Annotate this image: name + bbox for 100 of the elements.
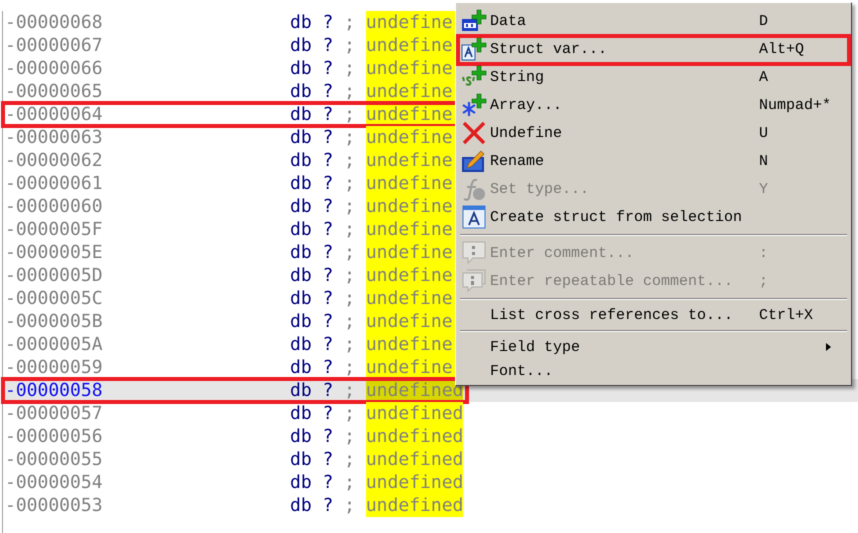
menu-item-label: Undefine [490,124,564,142]
shortcut-text: Y [759,180,768,198]
address-text: -0000005A [4,334,104,355]
value-text: ? [322,426,334,447]
address-text: -00000062 [4,150,104,171]
function-type-icon [462,177,486,201]
separator-text: ; [344,35,356,56]
value-text: ? [322,173,334,194]
comments-icon [462,269,486,293]
directive-text: db [290,242,313,263]
shortcut-text: D [759,12,768,30]
value-text: ? [322,150,334,171]
separator-text: ; [344,334,356,355]
menu-item-label: String [490,68,546,86]
directive-text: db [290,495,313,516]
value-text: ? [322,357,334,378]
shortcut-text: A [759,68,768,86]
value-text: ? [322,380,334,401]
directive-text: db [290,104,313,125]
menu-item-label: Field type [490,338,582,356]
directive-text: db [290,127,313,148]
listing-row[interactable]: -00000054 db ? ; undefined [3,471,858,494]
directive-text: db [290,288,313,309]
separator-text: ; [344,426,356,447]
struct-plus-icon [461,37,487,61]
comment-text: undefined [366,494,464,517]
separator-text: ; [344,219,356,240]
directive-text: db [290,265,313,286]
data-plus-icon [461,9,487,33]
directive-text: db [290,219,313,240]
menu-item[interactable]: Struct var... Alt+Q [458,35,849,63]
separator-text: ; [344,265,356,286]
address-text: -00000053 [4,495,104,516]
value-text: ? [322,242,334,263]
directive-text: db [290,81,313,102]
address-text: -0000005E [4,242,104,263]
separator-text: ; [344,403,356,424]
address-text: -0000005B [4,311,104,332]
address-text: -00000063 [4,127,104,148]
directive-text: db [290,311,313,332]
address-text: -00000060 [4,196,104,217]
separator-text: ; [344,104,356,125]
value-text: ? [322,334,334,355]
shortcut-text: N [759,152,768,170]
address-text: -00000061 [4,173,104,194]
directive-text: db [290,449,313,470]
separator-text: ; [344,495,356,516]
menu-item-label: Data [490,12,528,30]
menu-item-label: Enter comment... [490,244,636,262]
directive-text: db [290,12,313,33]
address-text: -00000065 [4,81,104,102]
address-text: -00000067 [4,35,104,56]
directive-text: db [290,426,313,447]
separator-text: ; [344,196,356,217]
address-text: -00000057 [4,403,104,424]
struct-icon [462,205,486,229]
value-text: ? [322,12,334,33]
address-text: -00000068 [4,12,104,33]
directive-text: db [290,357,313,378]
comment-text: undefined [366,448,464,471]
value-text: ? [322,288,334,309]
address-text: -00000056 [4,426,104,447]
comment-text: undefined [366,471,464,494]
value-text: ? [322,219,334,240]
shortcut-text: Alt+Q [759,40,804,58]
listing-row[interactable]: -00000057 db ? ; undefined [3,402,858,425]
separator-text: ; [344,380,356,401]
comment-text: undefined [366,425,464,448]
address-text: -0000005C [4,288,104,309]
value-text: ? [322,472,334,493]
directive-text: db [290,150,313,171]
value-text: ? [322,104,334,125]
address-text: -00000059 [4,357,104,378]
address-text: -00000066 [4,58,104,79]
menu-item-label: Create struct from selection [490,208,744,226]
value-text: ? [322,311,334,332]
separator-text: ; [344,58,356,79]
directive-text: db [290,173,313,194]
separator-text: ; [344,357,356,378]
separator-text: ; [344,472,356,493]
menu-item-label: Rename [490,152,546,170]
shortcut-text: Numpad+* [759,96,832,114]
value-text: ? [322,81,334,102]
address-text: -0000005D [4,265,104,286]
listing-row[interactable]: -00000056 db ? ; undefined [3,425,858,448]
value-text: ? [322,265,334,286]
value-text: ? [322,58,334,79]
address-text: -0000005F [4,219,104,240]
separator-text: ; [344,150,356,171]
directive-text: db [290,58,313,79]
value-text: ? [322,35,334,56]
menu-item-label: Struct var... [490,40,608,58]
separator-text: ; [344,288,356,309]
listing-row[interactable]: -00000055 db ? ; undefined [3,448,858,471]
value-text: ? [322,449,334,470]
listing-row[interactable]: -00000053 db ? ; undefined [3,494,858,517]
close-icon [462,121,486,145]
directive-text: db [290,380,313,401]
directive-text: db [290,472,313,493]
menu-item-label: Enter repeatable comment... [490,272,734,290]
